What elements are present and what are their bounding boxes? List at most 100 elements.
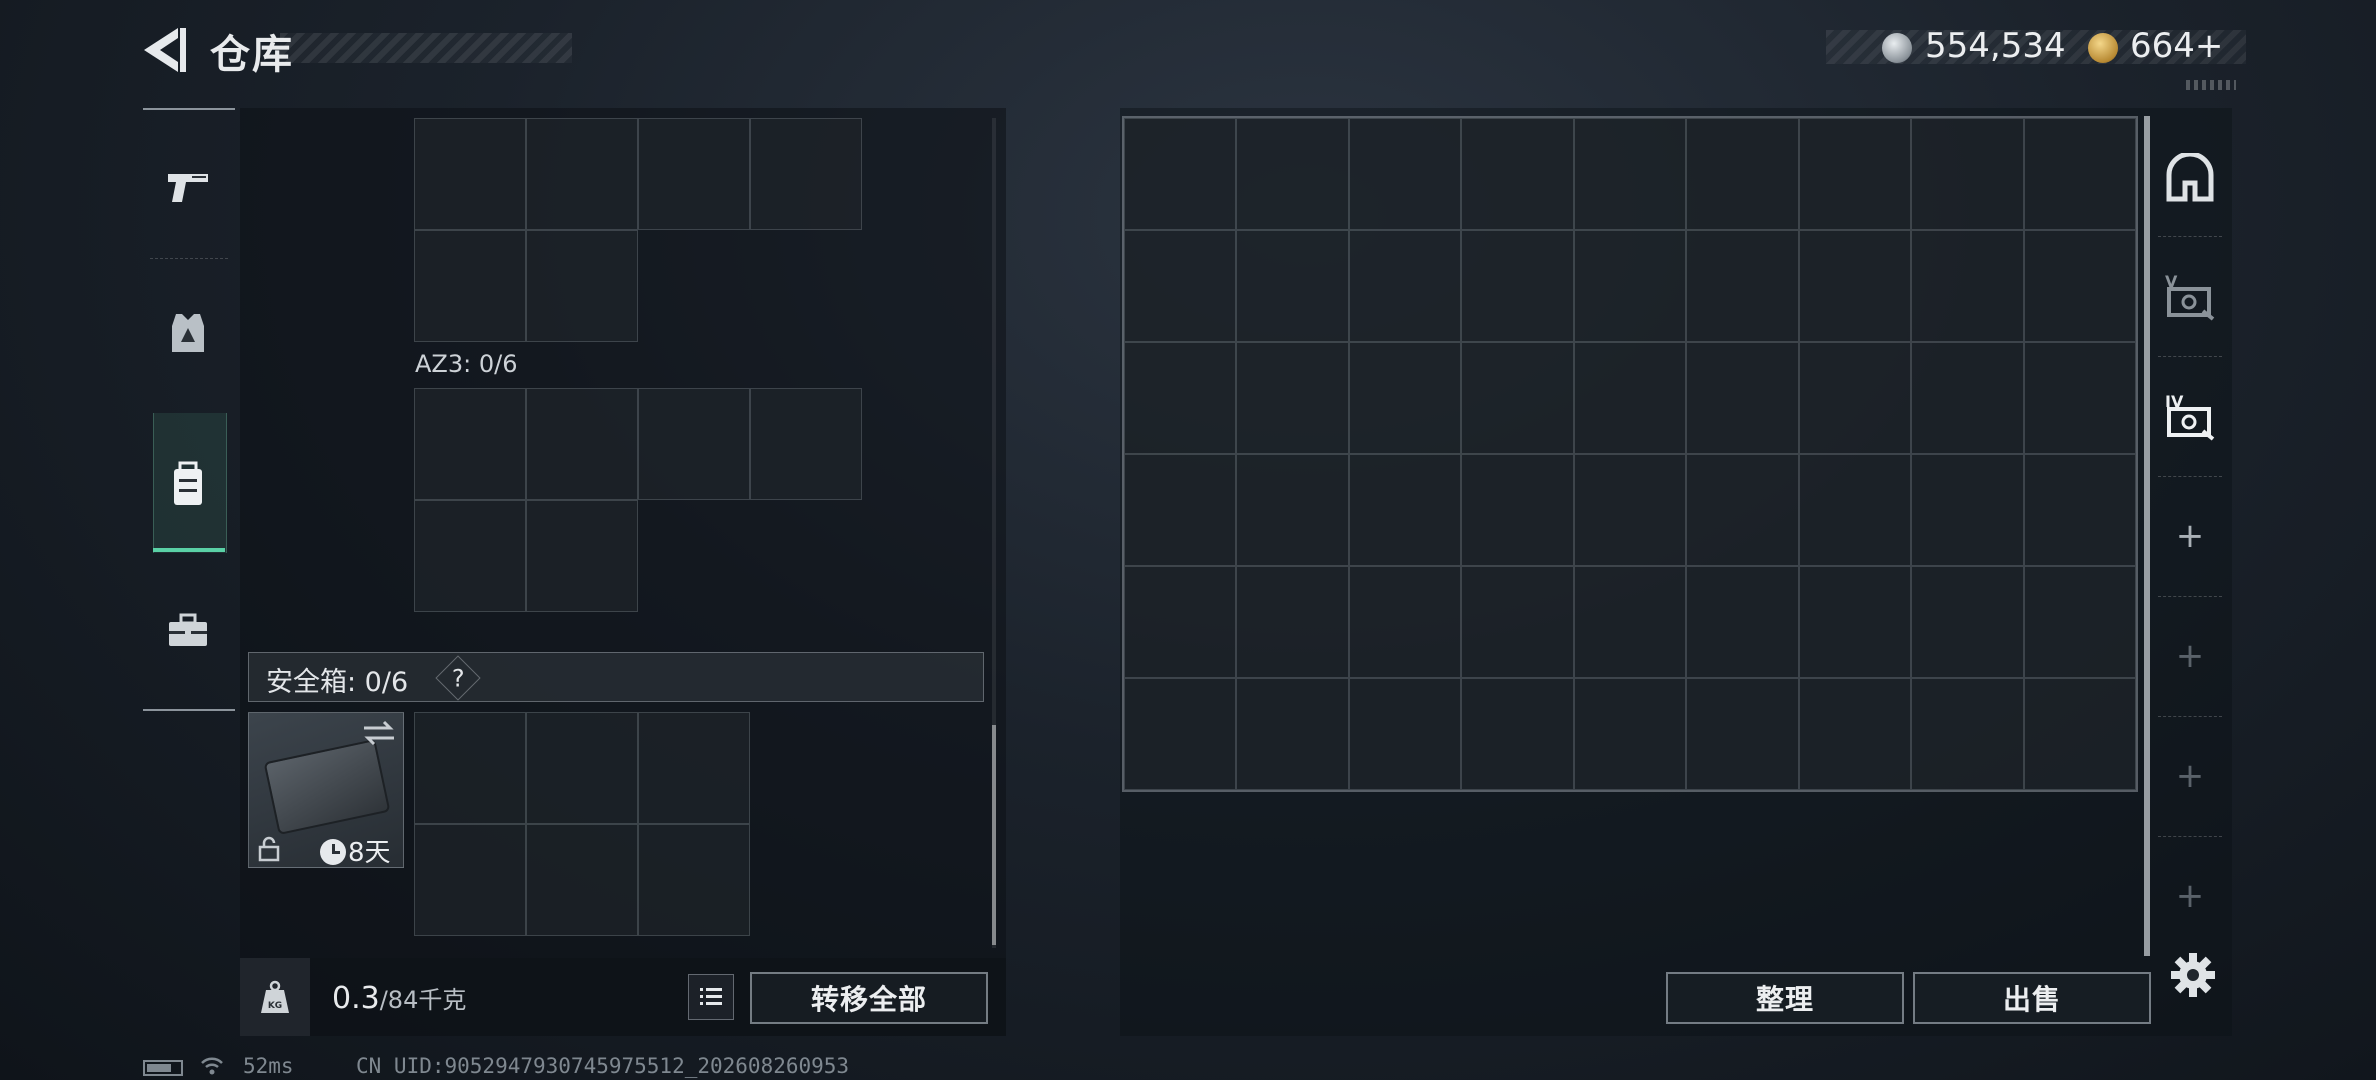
grid-cell[interactable] bbox=[1573, 454, 1687, 566]
grid-cell[interactable] bbox=[1573, 678, 1687, 790]
grid-cell[interactable] bbox=[526, 712, 638, 824]
grid-cell[interactable] bbox=[1348, 118, 1462, 230]
grid-cell[interactable] bbox=[1573, 230, 1687, 342]
add-tab-icon[interactable]: + bbox=[2160, 746, 2220, 806]
add-tab-icon[interactable]: + bbox=[2160, 866, 2220, 926]
grid-cell[interactable] bbox=[1461, 230, 1574, 342]
grid-cell[interactable] bbox=[526, 824, 638, 936]
grid-cell[interactable] bbox=[1798, 342, 1912, 454]
grid-cell[interactable] bbox=[1348, 678, 1462, 790]
grid-cell[interactable] bbox=[1124, 678, 1237, 790]
grid-cell[interactable] bbox=[526, 118, 638, 230]
grid-cell[interactable] bbox=[750, 388, 862, 500]
grid-cell[interactable] bbox=[1798, 566, 1912, 678]
nav-tab-toolbox[interactable] bbox=[160, 602, 216, 658]
grid-cell[interactable] bbox=[1461, 118, 1574, 230]
grid-cell[interactable] bbox=[638, 712, 750, 824]
grid-cell[interactable] bbox=[1798, 118, 1912, 230]
grid-cell[interactable] bbox=[1124, 566, 1237, 678]
storage-tab-case-v[interactable]: V bbox=[2160, 266, 2220, 326]
grid-cell[interactable] bbox=[638, 118, 750, 230]
swap-icon[interactable] bbox=[362, 718, 396, 748]
grid-cell[interactable] bbox=[1236, 678, 1349, 790]
grid-cell[interactable] bbox=[1686, 566, 1799, 678]
add-tab-icon[interactable]: + bbox=[2160, 626, 2220, 686]
tab-separator bbox=[2158, 476, 2222, 477]
grid-cell[interactable] bbox=[414, 500, 526, 612]
grid-cell[interactable] bbox=[1348, 342, 1462, 454]
help-icon-glyph: ? bbox=[451, 664, 465, 692]
grid-cell[interactable] bbox=[1461, 566, 1574, 678]
grid-cell[interactable] bbox=[1911, 230, 2024, 342]
grid-cell[interactable] bbox=[638, 824, 750, 936]
grid-cell[interactable] bbox=[1798, 454, 1912, 566]
grid-cell[interactable] bbox=[526, 388, 638, 500]
grid-cell[interactable] bbox=[1686, 678, 1799, 790]
add-tab-icon[interactable]: + bbox=[2160, 506, 2220, 566]
grid-cell[interactable] bbox=[2023, 230, 2136, 342]
inventory-scroll-thumb[interactable] bbox=[992, 725, 996, 945]
grid-cell[interactable] bbox=[750, 118, 862, 230]
grid-cell[interactable] bbox=[2023, 342, 2136, 454]
grid-cell[interactable] bbox=[526, 500, 638, 612]
tidy-button[interactable]: 整理 bbox=[1666, 972, 1904, 1024]
grid-cell[interactable] bbox=[414, 824, 526, 936]
grid-cell[interactable] bbox=[1686, 230, 1799, 342]
grid-cell[interactable] bbox=[1461, 342, 1574, 454]
grid-cell[interactable] bbox=[1573, 118, 1687, 230]
grid-cell[interactable] bbox=[2023, 118, 2136, 230]
grid-cell[interactable] bbox=[526, 230, 638, 342]
grid-cell[interactable] bbox=[1686, 118, 1799, 230]
grid-cell[interactable] bbox=[2023, 678, 2136, 790]
grid-cell[interactable] bbox=[1236, 566, 1349, 678]
grid-cell[interactable] bbox=[1348, 566, 1462, 678]
weight-icon-text: KG bbox=[268, 1001, 282, 1011]
nav-tab-backpack[interactable] bbox=[160, 456, 216, 512]
lock-icon bbox=[258, 836, 280, 862]
grid-cell[interactable] bbox=[1911, 454, 2024, 566]
grid-cell[interactable] bbox=[1911, 566, 2024, 678]
grid-cell[interactable] bbox=[1236, 118, 1349, 230]
grid-cell[interactable] bbox=[1573, 342, 1687, 454]
grid-empty bbox=[638, 500, 750, 612]
nav-tab-vest[interactable] bbox=[160, 306, 216, 362]
grid-cell[interactable] bbox=[1798, 678, 1912, 790]
grid-cell[interactable] bbox=[1124, 230, 1237, 342]
grid-cell[interactable] bbox=[414, 712, 526, 824]
back-button[interactable] bbox=[140, 24, 190, 76]
grid-cell[interactable] bbox=[1911, 342, 2024, 454]
grid-cell[interactable] bbox=[414, 118, 526, 230]
grid-cell[interactable] bbox=[1911, 678, 2024, 790]
case-v-icon: V bbox=[2165, 272, 2215, 321]
grid-cell[interactable] bbox=[638, 388, 750, 500]
grid-cell[interactable] bbox=[1236, 342, 1349, 454]
nav-tab-weapon[interactable] bbox=[160, 160, 216, 216]
grid-cell[interactable] bbox=[2023, 566, 2136, 678]
grid-cell[interactable] bbox=[1124, 118, 1237, 230]
storage-tab-home[interactable] bbox=[2160, 148, 2220, 208]
grid-cell[interactable] bbox=[1686, 454, 1799, 566]
grid-cell[interactable] bbox=[414, 230, 526, 342]
grid-cell[interactable] bbox=[414, 388, 526, 500]
storage-scrollbar[interactable] bbox=[2144, 116, 2150, 956]
gold-currency-value[interactable]: 664+ bbox=[2130, 26, 2223, 66]
grid-cell[interactable] bbox=[1461, 454, 1574, 566]
grid-cell[interactable] bbox=[1573, 566, 1687, 678]
grid-cell[interactable] bbox=[1461, 678, 1574, 790]
grid-cell[interactable] bbox=[1236, 230, 1349, 342]
list-view-button[interactable] bbox=[688, 974, 734, 1020]
grid-cell[interactable] bbox=[1911, 118, 2024, 230]
grid-cell[interactable] bbox=[2023, 454, 2136, 566]
grid-cell[interactable] bbox=[1686, 342, 1799, 454]
grid-cell[interactable] bbox=[1348, 230, 1462, 342]
grid-cell[interactable] bbox=[1124, 342, 1237, 454]
grid-cell[interactable] bbox=[1348, 454, 1462, 566]
nav-active-indicator bbox=[153, 548, 225, 552]
storage-tab-case-iv[interactable]: IV bbox=[2160, 386, 2220, 446]
sell-button[interactable]: 出售 bbox=[1913, 972, 2151, 1024]
grid-cell[interactable] bbox=[1236, 454, 1349, 566]
grid-cell[interactable] bbox=[1798, 230, 1912, 342]
transfer-all-button[interactable]: 转移全部 bbox=[750, 972, 988, 1024]
grid-cell[interactable] bbox=[1124, 454, 1237, 566]
settings-gear-icon[interactable] bbox=[2168, 950, 2218, 1000]
